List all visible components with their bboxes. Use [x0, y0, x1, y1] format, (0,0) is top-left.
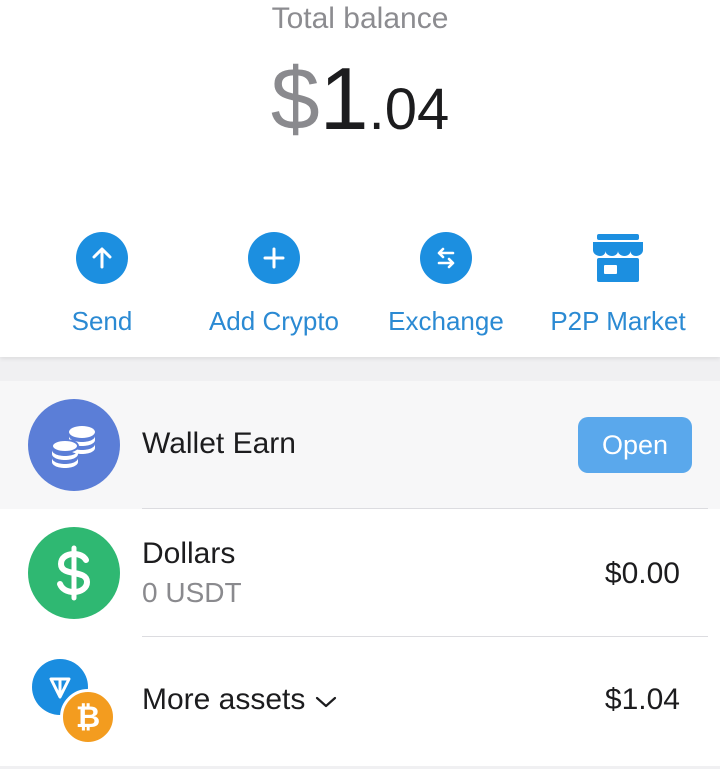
exchange-icon [420, 232, 472, 284]
exchange-button[interactable]: Exchange [378, 232, 514, 337]
balance-card: Total balance $1.04 Send Add Crypto Exch… [0, 0, 720, 357]
wallet-earn-row[interactable]: Wallet Earn Open [0, 381, 720, 509]
balance-whole: 1 [319, 49, 369, 148]
quick-actions: Send Add Crypto Exchange P2P Market [0, 232, 720, 336]
send-label: Send [71, 306, 133, 336]
add-crypto-button[interactable]: Add Crypto [196, 232, 352, 337]
send-button[interactable]: Send [56, 232, 148, 337]
add-crypto-label: Add Crypto [208, 306, 340, 336]
coins-icon [28, 399, 120, 491]
divider [142, 508, 708, 509]
bitcoin-icon: ₿ [60, 689, 116, 745]
dollars-subtitle: 0 USDT [142, 577, 242, 608]
more-assets-title: More assets [142, 683, 306, 716]
divider [142, 636, 708, 637]
more-assets-icons: ₿ [30, 659, 122, 745]
open-button[interactable]: Open [578, 417, 692, 473]
p2p-market-label: P2P Market [550, 306, 686, 336]
more-assets-value: $1.04 [604, 683, 680, 716]
p2p-market-button[interactable]: P2P Market [538, 232, 698, 337]
arrow-up-icon [76, 232, 128, 284]
more-assets-toggle[interactable]: More assets [142, 683, 337, 717]
plus-icon [248, 232, 300, 284]
dollars-title: Dollars [142, 537, 236, 570]
assets-card: Wallet Earn Open Dollars 0 USDT $0.00 ₿ … [0, 381, 720, 766]
exchange-label: Exchange [388, 306, 504, 336]
balance-amount: $1.04 [0, 48, 720, 150]
balance-currency-symbol: $ [270, 49, 320, 148]
dollar-icon [28, 527, 120, 619]
shop-icon [588, 232, 648, 284]
balance-fraction: .04 [368, 77, 450, 142]
dollars-value: $0.00 [604, 557, 680, 590]
chevron-down-icon [315, 683, 337, 717]
balance-label: Total balance [271, 2, 449, 35]
wallet-earn-title: Wallet Earn [142, 427, 296, 460]
